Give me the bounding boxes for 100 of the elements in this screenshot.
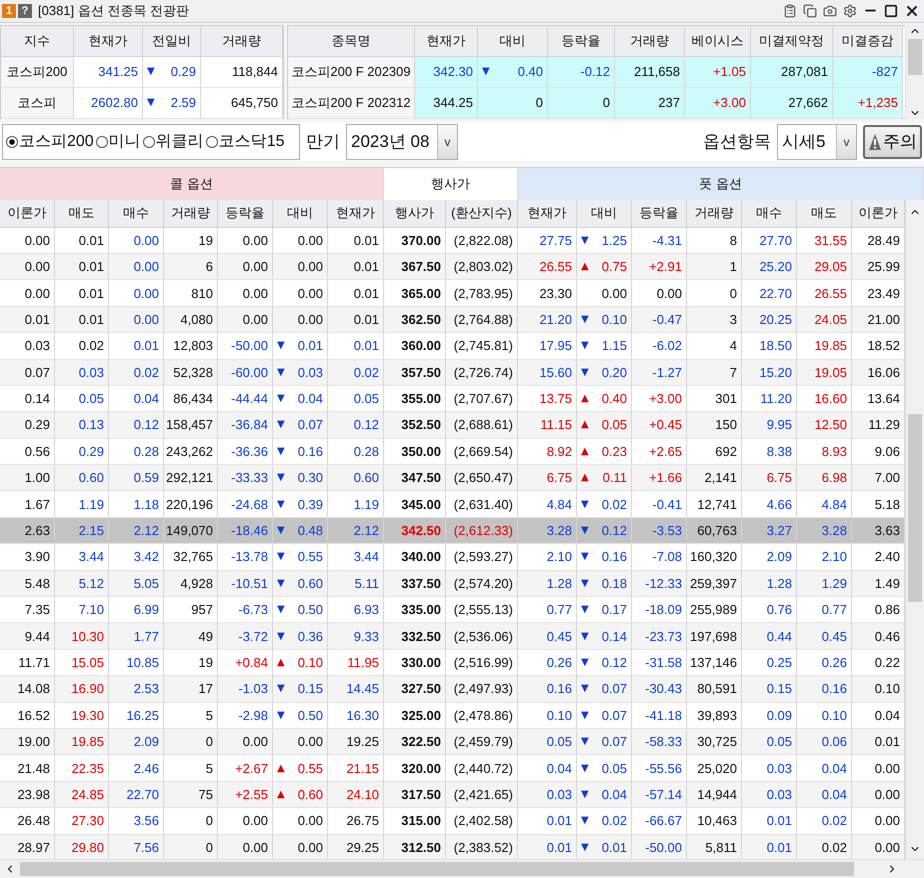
cell-value: 0.01 (602, 840, 627, 855)
cell-value: 0.07 (602, 734, 627, 750)
change-sign: ▼ (581, 340, 589, 352)
table-cell: 2602.80 (74, 88, 143, 119)
column-header: 현재가 (518, 200, 577, 228)
change-sign: ▼ (581, 710, 589, 721)
maximize-icon[interactable] (884, 4, 898, 18)
cell-value: 0.50 (298, 708, 323, 723)
column-header: 매도 (55, 200, 109, 228)
table-cell: +1.05 (685, 56, 751, 88)
table-row[interactable]: 0.29 0.13 0.12 158,457 -36.84 ▼ 0.07 0.12 352.50 (2,688.61) 11.15 ▲ 0.05 +0.45 150 9.95 12.50 11.29 (0, 412, 905, 439)
horizontal-scrollbar[interactable] (0, 859, 924, 878)
option-items-select[interactable]: 시세5 v (777, 124, 857, 160)
table-row[interactable]: 0.01 0.01 0.00 4,080 0.00 0.00 0.01 362.50 (2,764.88) 21.20 ▼ 0.10 -0.47 3 20.25 24.05 21.00 (0, 306, 905, 334)
dropdown-button[interactable]: v (437, 124, 457, 159)
radio-button[interactable] (206, 136, 218, 148)
change-sign: ▼ (581, 314, 589, 325)
table-row[interactable]: 1.00 0.60 0.59 292,121 -33.33 ▼ 0.30 0.60 347.50 (2,650.47) 6.75 ▲ 0.11 +1.66 2,141 6.75 6.98 7.00 (0, 465, 905, 492)
radio-button[interactable] (96, 136, 108, 148)
scrollbar-thumb[interactable] (908, 414, 922, 602)
column-header: 이론가 (0, 200, 55, 228)
table-row[interactable]: 16.52 19.30 16.25 5 -2.98 ▼ 0.50 16.30 325.00 (2,478.86) 0.10 ▼ 0.07 -41.18 39,893 0.09 0.10 0.04 (0, 702, 905, 729)
table-row[interactable]: 11.71 15.05 10.85 19 +0.84 ▲ 0.10 11.95 330.00 (2,516.99) 0.26 ▼ 0.12 -31.58 137,146 0.25 0.26 0.22 (0, 650, 905, 676)
table-row[interactable]: 0.00 0.01 0.00 6 0.00 0.00 0.01 367.50 (2,803.02) 26.55 ▲ 0.75 +2.91 1 25.20 29.05 25.99 (0, 254, 905, 280)
radio-label[interactable]: 코스닥15 (218, 131, 284, 152)
change-sign: ▼ (581, 762, 589, 774)
window-title: [0381] 옵션 전종목 전광판 (38, 2, 190, 20)
column-header: (환산지수) (446, 200, 518, 228)
table-cell: 코스피200 F 202312 (288, 88, 415, 119)
table-row[interactable]: 21.48 22.35 2.46 5 +2.67 ▲ 0.55 21.15 320.00 (2,440.72) 0.04 ▼ 0.05 -55.56 25,020 0.03 0.04 0.00 (0, 755, 905, 782)
table-row[interactable]: 1.67 1.19 1.18 220,196 -24.68 ▼ 0.39 1.19 345.00 (2,631.40) 4.84 ▼ 0.02 -0.41 12,741 4.66 4.84 5.18 (0, 491, 905, 518)
table-row[interactable]: 0.14 0.05 0.04 86,434 -44.44 ▼ 0.04 0.05 355.00 (2,707.67) 13.75 ▲ 0.40 +3.00 301 11.20 16.60 13.64 (0, 386, 905, 412)
column-header: 현재가 (74, 26, 143, 57)
column-header: 미결제약정 (751, 26, 833, 57)
table-cell: 0 (478, 88, 548, 119)
table-row[interactable]: 0.00 0.01 0.00 810 0.00 0.00 0.01 365.00 (2,783.95) 23.30 0.00 0.00 0 22.70 26.55 23.49 (0, 280, 905, 307)
table-row[interactable]: 0.03 0.02 0.01 12,803 -50.00 ▼ 0.01 0.01 360.00 (2,745.81) 17.95 ▼ 1.15 -6.02 4 18.50 19.85 18.52 (0, 333, 905, 360)
cell-value: 0.07 (602, 681, 627, 696)
table-row[interactable]: 0.56 0.29 0.28 243,262 -36.36 ▼ 0.16 0.28 350.00 (2,669.54) 8.92 ▲ 0.23 +2.65 692 8.38 8.93 9.06 (0, 438, 905, 466)
change-sign: ▼ (581, 366, 589, 378)
clipboard-icon[interactable] (783, 4, 797, 18)
table-row[interactable]: 0.00 0.01 0.00 19 0.00 0.00 0.01 370.00 (2,822.08) 27.75 ▼ 1.25 -4.31 8 27.70 31.55 28.49 (0, 228, 905, 254)
scrollbar[interactable] (905, 24, 924, 119)
scrollbar-thumb[interactable] (908, 38, 922, 75)
change-sign: ▼ (277, 525, 285, 536)
radio-label[interactable]: 미니 (108, 131, 141, 152)
table-row[interactable]: 7.35 7.10 6.99 957 -6.73 ▼ 0.50 6.93 335.00 (2,555.13) 0.77 ▼ 0.17 -18.09 255,989 0.76 0.77 0.86 (0, 597, 905, 624)
table-cell: 27,662 (751, 88, 833, 119)
scrollbar-thumb[interactable] (20, 862, 854, 876)
change-sign: ▼ (277, 393, 285, 404)
table-row[interactable]: 26.48 27.30 3.56 0 0.00 0.00 26.75 315.00 (2,402.58) 0.01 ▼ 0.02 -66.67 10,463 0.01 0.02 0.00 (0, 808, 905, 835)
cell-value: 0.12 (602, 654, 627, 670)
expiry-select[interactable]: 2023년 08 v (346, 124, 458, 160)
table-row[interactable]: 19.00 19.85 2.09 0 0.00 0.00 19.25 322.50 (2,459.79) 0.05 ▼ 0.07 -58.33 30,725 0.05 0.06 0.01 (0, 728, 905, 756)
cell-value: 0.12 (602, 523, 627, 538)
camera-icon[interactable] (823, 4, 837, 18)
change-sign: ▼ (277, 340, 285, 352)
column-header: 거래량 (164, 200, 218, 228)
cell-value: 2.59 (170, 95, 196, 110)
change-sign: ▼ (277, 551, 285, 562)
cell-value: 0.03 (298, 364, 323, 380)
table-row[interactable]: 28.97 29.80 7.56 0 0.00 0.00 29.25 312.50 (2,383.52) 0.01 ▼ 0.01 -50.00 5,811 0.01 0.02 0.00 (0, 834, 905, 860)
change-sign: ▼ (581, 736, 589, 748)
table-row[interactable]: 5.48 5.12 5.05 4,928 -10.51 ▼ 0.60 5.11 337.50 (2,574.20) 1.28 ▼ 0.18 -12.33 259,397 1.28 1.29 1.49 (0, 570, 905, 598)
option-items-label: 옵션항목 (703, 131, 771, 154)
table-row[interactable]: 3.90 3.44 3.42 32,765 -13.78 ▼ 0.55 3.44 340.00 (2,593.27) 2.10 ▼ 0.16 -7.08 160,320 2.09 2.10 2.40 (0, 544, 905, 571)
column-header: 종목명 (288, 26, 415, 57)
table-row[interactable]: 14.08 16.90 2.53 17 -1.03 ▼ 0.15 14.45 327.50 (2,497.93) 0.16 ▼ 0.07 -30.43 80,591 0.15 0.16 0.10 (0, 676, 905, 703)
table-cell: 코스피200 (1, 56, 74, 88)
table-row[interactable]: 2.63 2.15 2.12 149,070 -18.46 ▼ 0.48 2.12 342.50 (2,612.33) 3.28 ▼ 0.12 -3.53 60,763 3.27 3.28 3.63 (0, 518, 905, 544)
cell-value: 0.23 (602, 444, 627, 459)
table-row[interactable]: 23.98 24.85 22.70 75 +2.55 ▲ 0.60 24.10 317.50 (2,421.65) 0.03 ▼ 0.04 -57.14 14,944 0.03 0.04 0.00 (0, 782, 905, 808)
table-cell: 211,658 (615, 56, 685, 88)
change-sign: ▼ (277, 710, 285, 721)
copy-icon[interactable] (803, 4, 817, 18)
cell-value: 0.04 (298, 391, 323, 406)
table-row[interactable]: 9.44 10.30 1.77 49 -3.72 ▼ 0.36 9.33 332.50 (2,536.06) 0.45 ▼ 0.14 -23.73 197,698 0.44 0.45 0.46 (0, 623, 905, 650)
cell-value: 0.15 (298, 681, 323, 696)
change-sign: ▼ (277, 604, 285, 616)
table-row[interactable]: 0.07 0.03 0.02 52,328 -60.00 ▼ 0.03 0.02 357.50 (2,726.74) 15.60 ▼ 0.20 -1.27 7 15.20 19.05 16.06 (0, 360, 905, 386)
change-sign: ▼ (277, 630, 285, 642)
radio-button[interactable] (142, 136, 155, 148)
radio-button[interactable] (6, 136, 18, 148)
change-sign: ▼ (277, 419, 285, 430)
settings-icon[interactable] (843, 4, 857, 18)
dropdown-button[interactable]: v (836, 124, 856, 159)
column-header: 거래량 (615, 26, 685, 57)
scrollbar[interactable] (905, 228, 924, 860)
column-header: 대비 (478, 26, 548, 57)
warning-button[interactable]: 주의 (863, 124, 922, 159)
cell-value: 0.40 (602, 391, 627, 406)
radio-label[interactable]: 위클리 (156, 131, 204, 152)
warning-icon (868, 132, 882, 151)
table-cell: 237 (615, 88, 685, 119)
call-options-header: 콜 옵션 (0, 168, 384, 200)
change-sign: ▼ (277, 683, 285, 694)
cell-value: 0.02 (602, 813, 627, 828)
title-badge[interactable]: ? (18, 4, 32, 18)
cell-value: 0.04 (602, 786, 627, 802)
radio-label[interactable]: 코스피200 (19, 131, 94, 152)
